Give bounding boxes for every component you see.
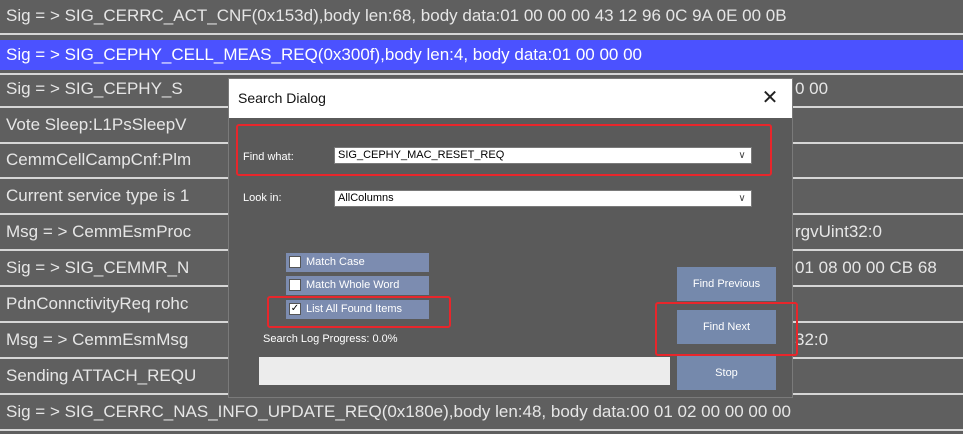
- log-row-fragment: 01 08 00 00 CB 68: [795, 258, 937, 277]
- close-icon[interactable]: ✕: [758, 86, 782, 110]
- log-row[interactable]: Sig = > SIG_CERRC_NAS_INFO_UPDATE_REQ(0x…: [0, 397, 963, 427]
- find-previous-button[interactable]: Find Previous: [677, 267, 776, 301]
- row-divider: [0, 33, 963, 35]
- stop-button[interactable]: Stop: [677, 356, 776, 390]
- look-in-combobox[interactable]: AllColumns ∨: [334, 190, 752, 207]
- look-in-value: AllColumns: [338, 192, 394, 204]
- highlight-box: [267, 296, 451, 328]
- highlight-box: [655, 302, 798, 356]
- log-row-fragment: rgvUint32:0: [795, 222, 882, 241]
- log-row-selected[interactable]: Sig = > SIG_CEPHY_CELL_MEAS_REQ(0x300f),…: [0, 40, 963, 70]
- chevron-down-icon[interactable]: ∨: [733, 191, 751, 206]
- checkbox-label: Match Case: [306, 256, 365, 268]
- look-in-label: Look in:: [243, 192, 282, 204]
- checkbox-box[interactable]: [289, 279, 301, 291]
- dialog-title: Search Dialog: [238, 90, 326, 106]
- dialog-titlebar[interactable]: Search Dialog ✕: [229, 79, 792, 118]
- checkbox-box[interactable]: [289, 256, 301, 268]
- match-whole-word-checkbox[interactable]: Match Whole Word: [286, 276, 429, 295]
- checkbox-label: Match Whole Word: [306, 279, 400, 291]
- progress-bar: [259, 357, 670, 385]
- search-log-progress-label: Search Log Progress: 0.0%: [263, 333, 398, 345]
- match-case-checkbox[interactable]: Match Case: [286, 253, 429, 272]
- log-row-fragment: 32:0: [795, 330, 829, 349]
- highlight-box: [236, 124, 772, 176]
- row-divider: [0, 429, 963, 431]
- log-row[interactable]: Sig = > SIG_CERRC_ACT_CNF(0x153d),body l…: [0, 1, 963, 31]
- log-row-fragment: 0 00: [795, 79, 829, 98]
